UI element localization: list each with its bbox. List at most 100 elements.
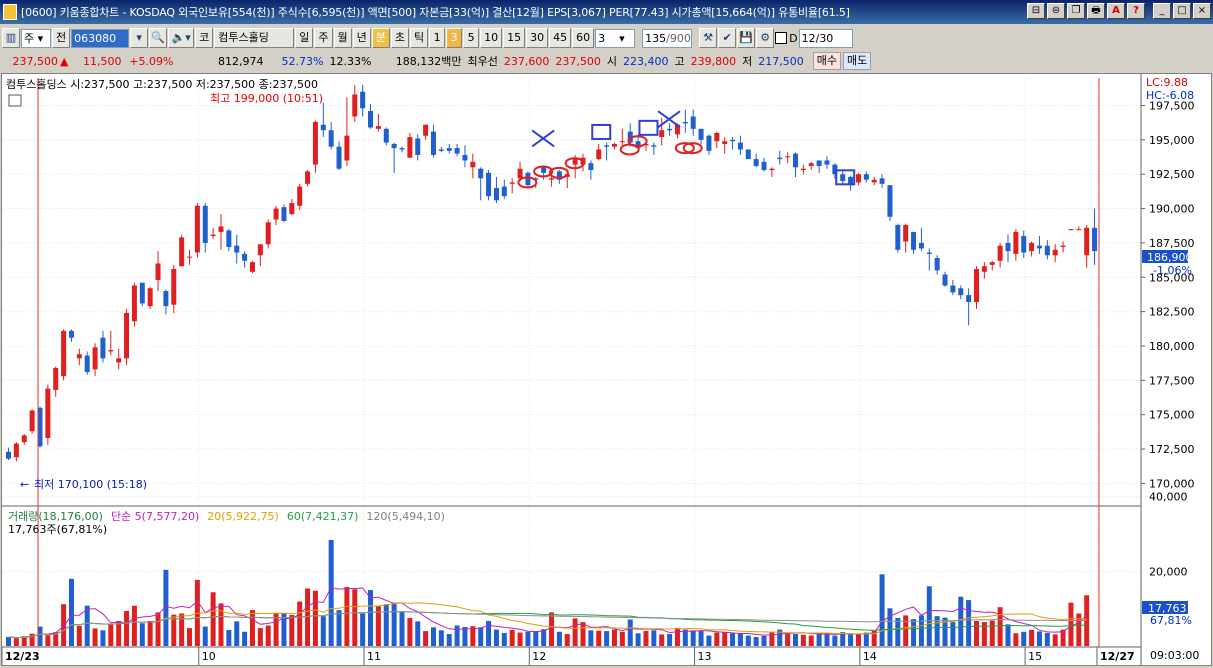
date-checkbox[interactable] [775, 32, 788, 44]
save-icon[interactable]: 💾 [737, 28, 756, 48]
chart-type-icon[interactable]: ▥ [2, 28, 20, 48]
minimize-button[interactable]: _ [1153, 3, 1171, 19]
help-icon[interactable]: ? [1127, 3, 1145, 19]
print-icon[interactable]: 🖶 [1087, 3, 1105, 19]
candle-body [249, 262, 255, 272]
candle-body [611, 143, 617, 147]
volume-bar [226, 629, 232, 646]
font-icon[interactable]: A [1107, 3, 1125, 19]
maximize-button[interactable]: □ [1173, 3, 1191, 19]
table-icon[interactable] [8, 94, 22, 107]
volume-bar [989, 620, 995, 646]
dropdown-icon[interactable]: ▾ [130, 28, 149, 48]
period-year-button[interactable]: 년 [352, 28, 371, 48]
minute-45-button[interactable]: 45 [549, 28, 572, 48]
quote-bar: 237,500 ▲ 11,500 +5.09% 812,974 52.73% 1… [0, 51, 1213, 71]
x-tick-label: 10 [202, 650, 216, 663]
candle-body [320, 124, 326, 131]
volume-bar [470, 626, 476, 646]
volume-bar [1029, 629, 1035, 646]
candle-body [682, 121, 688, 124]
candle-body [352, 94, 358, 117]
candle-body [265, 222, 271, 245]
candle-body [596, 149, 602, 160]
volume-bar [486, 620, 492, 646]
minute-1-button[interactable]: 1 [429, 28, 446, 48]
link-icon[interactable]: ⊜ [1047, 3, 1065, 19]
candle-body [958, 288, 964, 296]
candle-body [1092, 227, 1098, 252]
check-tool-icon[interactable]: ✔ [718, 28, 737, 48]
candle-body [360, 91, 366, 109]
stock-name: 컴투스홀딩 [214, 28, 295, 48]
gear-icon[interactable]: ⚙ [756, 28, 775, 48]
close-button[interactable]: × [1193, 3, 1211, 19]
volume-bar [596, 630, 602, 646]
candle-body [100, 337, 106, 359]
price-tick-label: 172,500 [1149, 443, 1195, 456]
volume-bar [651, 630, 657, 646]
layout-icon[interactable]: ⊟ [1027, 3, 1045, 19]
code-input[interactable]: 063080 [71, 28, 130, 48]
candle-body [659, 130, 665, 138]
period-select[interactable]: 주 ▾ [21, 28, 51, 48]
period-tick-button[interactable]: 틱 [410, 28, 429, 48]
minute-3-button[interactable]: 3 [446, 28, 463, 48]
period-second-button[interactable]: 초 [390, 28, 409, 48]
volume-bar [958, 596, 964, 646]
volume-bar [297, 601, 303, 646]
minute-10-button[interactable]: 10 [480, 28, 503, 48]
vol-legend-3: 60(7,421,37) [287, 510, 359, 523]
volume-bar [305, 588, 311, 646]
price-tick-label: 190,000 [1149, 203, 1195, 216]
period-minute-button[interactable]: 분 [371, 28, 390, 48]
candle-body [53, 367, 59, 390]
candle-body [242, 253, 248, 261]
candle-body [879, 178, 885, 184]
draw-tool-icon[interactable]: ⚒ [699, 28, 718, 48]
candle-body [793, 153, 798, 168]
bar-count-input[interactable]: 135/900 [642, 28, 693, 48]
candle-body [981, 266, 987, 272]
candle-body [541, 167, 547, 173]
price-tick-label: 170,000 [1149, 477, 1195, 490]
chart-area[interactable]: 197,500 195,000 192,500 190,000 187,500 185,0… [1, 73, 1212, 666]
market-button[interactable]: 코 [195, 28, 214, 48]
candle-body [336, 146, 342, 169]
candle-body [871, 179, 877, 183]
period-month-button[interactable]: 월 [333, 28, 352, 48]
buy-button[interactable]: 매수 [812, 52, 841, 70]
sound-icon[interactable]: 🔈▾ [168, 28, 195, 48]
box-signal-icon [591, 123, 612, 140]
candle-body [651, 145, 657, 147]
volume-bar [706, 635, 712, 646]
minute-5-button[interactable]: 5 [463, 28, 480, 48]
minute-15-button[interactable]: 15 [503, 28, 526, 48]
volume-bar [619, 631, 625, 646]
candle-body [974, 269, 980, 302]
window-icon[interactable]: ❐ [1067, 3, 1085, 19]
date-input[interactable]: 12/30 [798, 28, 853, 48]
custom-minute-select[interactable]: 3 ▾ [595, 28, 636, 48]
volume-bar [572, 618, 578, 646]
sell-button[interactable]: 매도 [842, 52, 872, 70]
price-legend: 컴투스홀딩스 시:237,500 고:237,500 저:237,500 종:2… [6, 78, 318, 91]
minute-60-button[interactable]: 60 [572, 28, 595, 48]
candle-body [808, 163, 814, 166]
candle-body [438, 149, 444, 151]
volume-bar [722, 632, 728, 646]
search-icon[interactable]: 🔍 [149, 28, 168, 48]
candle-body [312, 121, 318, 165]
period-day-button[interactable]: 일 [295, 28, 314, 48]
volume-bar [808, 635, 814, 646]
candle-body [462, 154, 468, 161]
candle-body [226, 230, 232, 248]
candle-body [1044, 245, 1050, 256]
volume-tick-label: 40,000 [1149, 491, 1188, 504]
volume-bar [879, 574, 885, 646]
toolbar: ▥ 주 ▾ 전 063080 ▾ 🔍 🔈▾ 코 컴투스홀딩 일 주 월 년 분 … [0, 25, 1213, 51]
mode-button[interactable]: 전 [52, 28, 71, 48]
candle-body [816, 160, 822, 166]
minute-30-button[interactable]: 30 [526, 28, 549, 48]
period-week-button[interactable]: 주 [314, 28, 333, 48]
